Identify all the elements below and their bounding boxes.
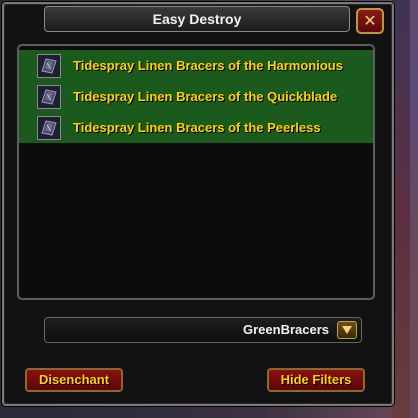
list-item[interactable]: Tidespray Linen Bracers of the Quickblad… — [19, 81, 373, 112]
list-item[interactable]: Tidespray Linen Bracers of the Peerless — [19, 112, 373, 143]
disenchant-button[interactable]: Disenchant — [25, 368, 123, 392]
bracers-item-icon — [37, 85, 61, 109]
item-name: Tidespray Linen Bracers of the Peerless — [73, 120, 321, 135]
item-list[interactable]: Tidespray Linen Bracers of the Harmoniou… — [17, 44, 375, 300]
hide-filters-button[interactable]: Hide Filters — [267, 368, 365, 392]
close-icon: ✕ — [363, 11, 377, 30]
item-name: Tidespray Linen Bracers of the Quickblad… — [73, 89, 338, 104]
title-bar[interactable]: Easy Destroy — [44, 6, 350, 32]
bracers-item-icon — [37, 116, 61, 140]
item-name: Tidespray Linen Bracers of the Harmoniou… — [73, 58, 343, 73]
list-item[interactable]: Tidespray Linen Bracers of the Harmoniou… — [19, 50, 373, 81]
dropdown-toggle-button[interactable] — [337, 321, 357, 339]
filter-selected-value: GreenBracers — [243, 322, 329, 337]
filter-dropdown[interactable]: GreenBracers — [44, 317, 362, 343]
chevron-down-icon — [342, 326, 352, 334]
close-button[interactable]: ✕ — [356, 8, 384, 34]
easy-destroy-window: Easy Destroy ✕ Tidespray Linen Bracers o… — [2, 2, 394, 406]
bracers-item-icon — [37, 54, 61, 78]
hide-filters-button-label: Hide Filters — [280, 372, 352, 387]
window-title: Easy Destroy — [152, 11, 242, 27]
disenchant-button-label: Disenchant — [38, 372, 110, 387]
background-scenery — [392, 0, 410, 418]
